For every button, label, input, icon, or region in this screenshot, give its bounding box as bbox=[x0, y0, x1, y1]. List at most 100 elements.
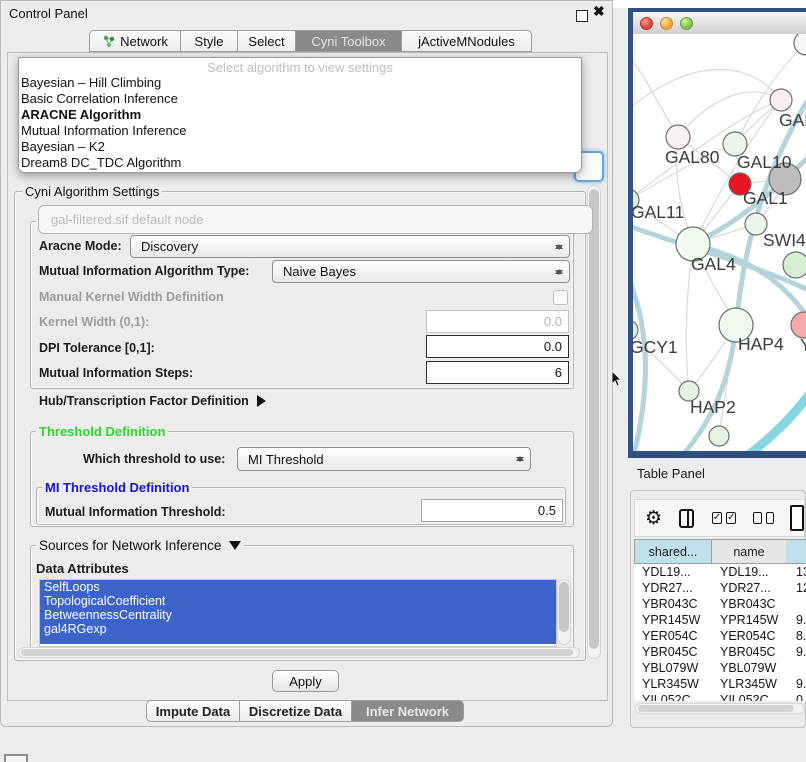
table-panel-title: Table Panel bbox=[637, 466, 705, 481]
sources-toggle[interactable]: Sources for Network Inference bbox=[36, 538, 244, 556]
scrollbar-thumb[interactable] bbox=[589, 189, 599, 649]
list-item[interactable]: BetweennessCentrality bbox=[40, 608, 556, 622]
column-header-shared-name[interactable]: shared... bbox=[634, 539, 712, 564]
node[interactable] bbox=[770, 89, 792, 111]
sources-label: Sources for Network Inference bbox=[39, 538, 221, 553]
menu-item-aracne[interactable]: ARACNE Algorithm bbox=[21, 107, 141, 122]
network-canvas[interactable]: GAL GAL80 GAL10 GAL1 GAL11 SWI4 GAL4 GCY… bbox=[633, 34, 806, 451]
cell-name: YLR345W bbox=[720, 676, 777, 692]
table-row[interactable]: YBR043C YBR043C bbox=[634, 596, 806, 612]
table-toolbar: ⚙ ✓ ✓ bbox=[634, 499, 805, 537]
table-row[interactable]: YLR345W YLR345W 9. bbox=[634, 676, 806, 692]
cell-shared-name: YLR345W bbox=[642, 676, 699, 692]
chevron-down-icon bbox=[229, 541, 241, 556]
tab-impute-data[interactable]: Impute Data bbox=[146, 700, 240, 722]
scrollbar-thumb[interactable] bbox=[559, 582, 569, 632]
algorithm-select-popup: Select algorithm to view settings Bayesi… bbox=[18, 57, 582, 173]
tab-network[interactable]: Network bbox=[89, 30, 181, 52]
gear-icon[interactable]: ⚙ bbox=[645, 509, 662, 528]
node[interactable] bbox=[709, 426, 729, 446]
settings-horizontal-scrollbar[interactable] bbox=[18, 647, 580, 658]
close-icon[interactable]: ✖ bbox=[593, 3, 605, 20]
menu-item-mutual-information[interactable]: Mutual Information Inference bbox=[21, 123, 186, 138]
network-window-titlebar[interactable] bbox=[633, 12, 806, 35]
kernel-width-value: 0.0 bbox=[544, 314, 562, 329]
document-icon[interactable] bbox=[790, 505, 804, 531]
mi-threshold-field[interactable]: 0.5 bbox=[421, 499, 563, 522]
zoom-traffic-light-icon[interactable] bbox=[680, 17, 693, 30]
table-horizontal-scrollbar[interactable] bbox=[635, 703, 805, 714]
manual-kernel-label: Manual Kernel Width Definition bbox=[39, 290, 224, 304]
tab-select[interactable]: Select bbox=[238, 30, 296, 52]
table-row[interactable]: YBL079W YBL079W bbox=[634, 660, 806, 676]
manual-kernel-checkbox[interactable] bbox=[553, 290, 568, 305]
close-traffic-light-icon[interactable] bbox=[640, 17, 653, 30]
tab-infer-network[interactable]: Infer Network bbox=[352, 700, 464, 722]
minimized-panel-icon[interactable] bbox=[4, 754, 28, 762]
hub-definition-toggle[interactable]: Hub/Transcription Factor Definition bbox=[39, 394, 272, 408]
which-threshold-combo[interactable]: MI Threshold bbox=[237, 447, 531, 471]
column-header-name[interactable]: name bbox=[712, 539, 786, 564]
float-window-icon[interactable] bbox=[576, 10, 588, 22]
scrollbar-thumb[interactable] bbox=[21, 649, 573, 656]
cell-name: YBL079W bbox=[720, 660, 776, 676]
menu-item-dream8[interactable]: Dream8 DC_TDC Algorithm bbox=[21, 155, 181, 170]
mi-threshold-value: 0.5 bbox=[538, 503, 556, 518]
popup-placeholder: Select algorithm to view settings bbox=[19, 60, 581, 75]
table-row[interactable]: YBR045C YBR045C 9. bbox=[634, 644, 806, 660]
apply-button[interactable]: Apply bbox=[272, 670, 339, 692]
tab-jactivemnodules[interactable]: jActiveMNodules bbox=[402, 30, 532, 52]
table-row[interactable]: YDL19... YDL19... 13 bbox=[634, 564, 806, 580]
tab-style[interactable]: Style bbox=[181, 30, 238, 52]
cell-name: YPR145W bbox=[720, 612, 778, 628]
node-gal80[interactable] bbox=[666, 125, 690, 149]
table-row-partial[interactable]: YIL052C YIL052C 0. bbox=[634, 692, 806, 701]
data-attributes-label: Data Attributes bbox=[36, 561, 129, 576]
menu-item-bayesian-k2[interactable]: Bayesian – K2 bbox=[21, 139, 105, 154]
attributes-scrollbar[interactable] bbox=[557, 579, 571, 645]
cell-name: YBR045C bbox=[720, 644, 776, 660]
table-row[interactable]: YDR27... YDR27... 12 bbox=[634, 580, 806, 596]
cell-shared-name: YDR27... bbox=[642, 580, 693, 596]
dpi-tolerance-field[interactable]: 0.0 bbox=[426, 335, 569, 358]
mi-type-combo[interactable]: Naive Bayes bbox=[272, 260, 570, 283]
node-label: GCY1 bbox=[633, 337, 678, 357]
which-threshold-label: Which threshold to use: bbox=[83, 452, 225, 466]
control-panel-title: Control Panel bbox=[9, 6, 88, 21]
node[interactable] bbox=[783, 252, 806, 278]
menu-item-bayesian-hill-climbing[interactable]: Bayesian – Hill Climbing bbox=[21, 75, 161, 90]
unchecked-checkbox-icon[interactable] bbox=[766, 512, 774, 524]
cell-value: 9. bbox=[796, 676, 806, 692]
network-icon bbox=[102, 35, 116, 48]
scrollbar-thumb[interactable] bbox=[638, 705, 794, 712]
settings-vertical-scrollbar[interactable] bbox=[587, 185, 601, 659]
list-item-partial[interactable] bbox=[40, 636, 556, 644]
checked-checkbox-icon[interactable]: ✓ bbox=[726, 512, 736, 524]
node-labels: GAL GAL80 GAL10 GAL1 GAL11 SWI4 GAL4 GCY… bbox=[633, 110, 806, 417]
list-item[interactable]: TopologicalCoefficient bbox=[40, 594, 556, 608]
kernel-width-field[interactable]: 0.0 bbox=[426, 310, 569, 333]
node-label: GAL10 bbox=[737, 152, 792, 172]
minimize-traffic-light-icon[interactable] bbox=[660, 17, 673, 30]
network-data-combo-value: gal-filtered.sif default node bbox=[51, 212, 203, 227]
unchecked-checkbox-icon[interactable] bbox=[753, 512, 761, 524]
data-attributes-list[interactable]: SelfLoops TopologicalCoefficient Between… bbox=[39, 579, 557, 647]
columns-icon[interactable] bbox=[679, 509, 694, 528]
node[interactable] bbox=[794, 34, 806, 55]
tab-network-label: Network bbox=[120, 34, 168, 49]
cell-name: YBR043C bbox=[720, 596, 776, 612]
table-row[interactable]: YPR145W YPR145W 9. bbox=[634, 612, 806, 628]
list-item[interactable]: gal4RGexp bbox=[40, 622, 556, 636]
menu-item-basic-correlation[interactable]: Basic Correlation Inference bbox=[21, 91, 178, 106]
column-header-partial[interactable] bbox=[786, 539, 806, 564]
tab-cyni-toolbox[interactable]: Cyni Toolbox bbox=[296, 30, 402, 52]
control-panel-tabbar: Network Style Select Cyni Toolbox jActiv… bbox=[89, 30, 532, 52]
tab-discretize-data[interactable]: Discretize Data bbox=[240, 700, 352, 722]
list-item[interactable]: SelfLoops bbox=[40, 580, 556, 594]
aracne-mode-combo[interactable]: Discovery bbox=[130, 235, 570, 258]
checked-checkbox-icon[interactable]: ✓ bbox=[712, 512, 722, 524]
apply-button-label: Apply bbox=[289, 674, 322, 689]
dpi-tolerance-value: 0.0 bbox=[544, 339, 562, 354]
table-row[interactable]: YER054C YER054C 8. bbox=[634, 628, 806, 644]
mi-steps-field[interactable]: 6 bbox=[426, 361, 569, 384]
